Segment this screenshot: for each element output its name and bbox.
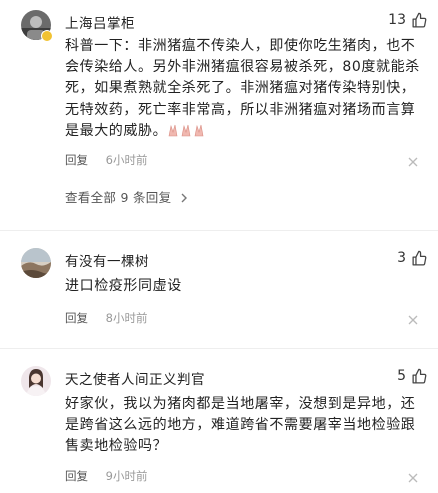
- clap-icon: [167, 123, 207, 144]
- reply-button[interactable]: 回复: [65, 153, 88, 167]
- thumbs-up-icon[interactable]: [411, 12, 428, 29]
- comment-item: 有没有一棵树 3 进口检疫形同虚设 回复 8小时前: [0, 240, 438, 340]
- timestamp: 8小时前: [105, 311, 148, 325]
- comment-meta: 回复 9小时前: [65, 468, 147, 484]
- reply-button[interactable]: 回复: [65, 469, 88, 483]
- view-all-replies-link[interactable]: 查看全部 9 条回复: [65, 187, 188, 206]
- close-icon[interactable]: [408, 157, 418, 167]
- avatar[interactable]: [21, 248, 51, 278]
- username[interactable]: 上海吕掌柜: [65, 12, 135, 32]
- user-avatar-icon: [21, 248, 51, 278]
- comment-text-content: 科普一下：非洲猪瘟不传染人，即使你吃生猪肉，也不会传染给人。另外非洲猪瘟很容易被…: [65, 38, 420, 139]
- thumbs-up-icon[interactable]: [411, 368, 428, 385]
- vip-badge: [41, 30, 53, 42]
- comment-item: 天之使者人间正义判官 5 好家伙，我以为猪肉都是当地屠宰，没想到是异地，还是跨省…: [0, 356, 438, 493]
- chevron-right-icon: [181, 193, 187, 203]
- username[interactable]: 天之使者人间正义判官: [65, 368, 205, 388]
- comment-text: 科普一下：非洲猪瘟不传染人，即使你吃生猪肉，也不会传染给人。另外非洲猪瘟很容易被…: [65, 36, 420, 144]
- username[interactable]: 有没有一棵树: [65, 250, 149, 270]
- reply-button[interactable]: 回复: [65, 311, 88, 325]
- divider: [0, 230, 438, 231]
- close-icon[interactable]: [408, 315, 418, 325]
- like-count: 13: [388, 12, 406, 28]
- comment-item: 上海吕掌柜 13 科普一下：非洲猪瘟不传染人，即使你吃生猪肉，也不会传染给人。另…: [0, 0, 438, 225]
- divider: [0, 348, 438, 349]
- comment-text: 好家伙，我以为猪肉都是当地屠宰，没想到是异地，还是跨省这么远的地方，难道跨省不需…: [65, 396, 416, 455]
- timestamp: 9小时前: [105, 469, 148, 483]
- close-icon[interactable]: [408, 473, 418, 483]
- view-all-replies-label: 查看全部 9 条回复: [65, 190, 172, 205]
- comment-meta: 回复 8小时前: [65, 310, 147, 326]
- like-count: 3: [397, 250, 406, 266]
- user-avatar-icon: [21, 366, 51, 396]
- comment-meta: 回复 6小时前: [65, 152, 147, 168]
- thumbs-up-icon[interactable]: [411, 250, 428, 267]
- comment-text: 进口检疫形同虚设: [65, 278, 182, 294]
- timestamp: 6小时前: [105, 153, 148, 167]
- avatar[interactable]: [21, 366, 51, 396]
- like-count: 5: [397, 368, 406, 384]
